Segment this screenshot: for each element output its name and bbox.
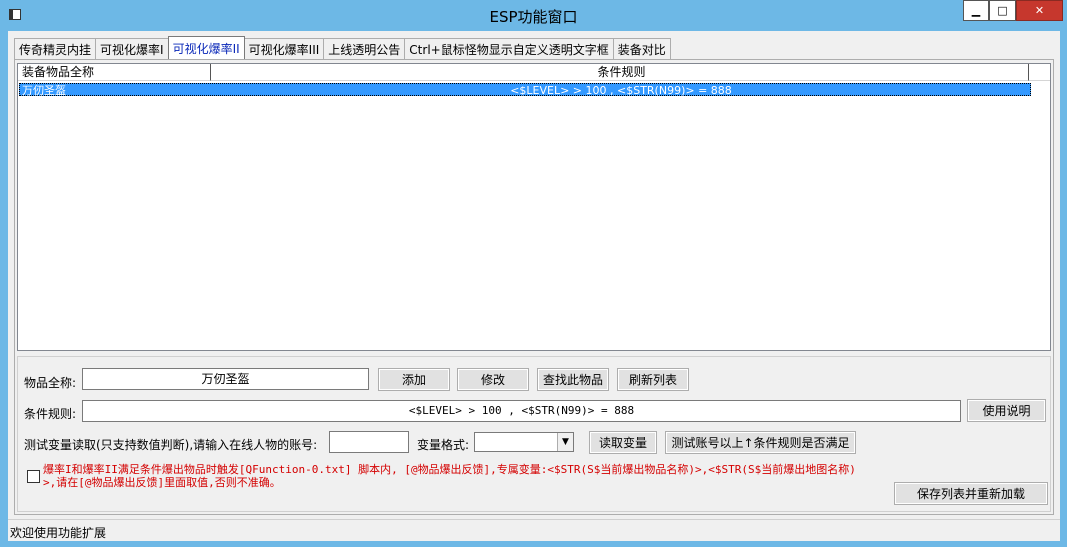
- tab-online-notice[interactable]: 上线透明公告: [323, 38, 406, 59]
- modify-button[interactable]: 修改: [457, 368, 529, 391]
- item-name-label: 物品全称:: [24, 376, 77, 390]
- title-bar[interactable]: ESP功能窗口 ▁ □ ✕: [0, 0, 1067, 30]
- account-input[interactable]: [329, 431, 409, 453]
- refresh-list-button[interactable]: 刷新列表: [617, 368, 689, 391]
- status-bar: 欢迎使用功能扩展: [8, 519, 1060, 541]
- test-var-label: 测试变量读取(只支持数值判断),请输入在线人物的账号:: [24, 438, 318, 452]
- list-row[interactable]: 万仞圣盔 <$LEVEL> > 100 , <$STR(N99)> = 888: [19, 83, 1031, 97]
- edit-group: 物品全称: 万仞圣盔 添加 修改 查找此物品 刷新列表 条件规则: <$LEVE…: [17, 356, 1051, 512]
- tab-panel: 装备物品全称 条件规则 万仞圣盔 <$LEVEL> > 100 , <$STR(…: [14, 59, 1054, 515]
- maximize-button[interactable]: □: [989, 0, 1016, 21]
- tab-visual-droprate-3[interactable]: 可视化爆率III: [243, 38, 325, 59]
- minimize-button[interactable]: ▁: [963, 0, 989, 21]
- status-text: 欢迎使用功能扩展: [10, 526, 107, 540]
- tab-ctrl-mouse-textbox[interactable]: Ctrl+鼠标怪物显示自定义透明文字框: [404, 38, 614, 59]
- var-format-select[interactable]: ▼: [474, 432, 574, 452]
- client-area: 传奇精灵内挂 可视化爆率I 可视化爆率II 可视化爆率III 上线透明公告 Ct…: [8, 31, 1060, 541]
- var-format-label: 变量格式:: [417, 438, 470, 452]
- esp-window: ESP功能窗口 ▁ □ ✕ 传奇精灵内挂 可视化爆率I 可视化爆率II 可视化爆…: [0, 0, 1067, 547]
- minimize-icon: ▁: [971, 4, 981, 17]
- close-icon: ✕: [1034, 4, 1045, 17]
- column-header-rule[interactable]: 条件规则: [211, 64, 1029, 81]
- list-cell-item-name: 万仞圣盔: [22, 84, 66, 97]
- window-title: ESP功能窗口: [489, 8, 578, 26]
- column-header-blank[interactable]: [1029, 64, 1050, 81]
- item-list[interactable]: 装备物品全称 条件规则 万仞圣盔 <$LEVEL> > 100 , <$STR(…: [17, 63, 1051, 351]
- help-button[interactable]: 使用说明: [967, 399, 1046, 422]
- column-header-item-name[interactable]: 装备物品全称: [18, 64, 211, 81]
- tab-strip: 传奇精灵内挂 可视化爆率I 可视化爆率II 可视化爆率III 上线透明公告 Ct…: [14, 36, 671, 59]
- rule-input[interactable]: <$LEVEL> > 100 , <$STR(N99)> = 888: [82, 400, 961, 422]
- find-item-button[interactable]: 查找此物品: [537, 368, 609, 391]
- tab-legend-plugin[interactable]: 传奇精灵内挂: [14, 38, 97, 59]
- note-line-1: 爆率I和爆率II满足条件爆出物品时触发[QFunction-0.txt] 脚本内…: [43, 463, 856, 476]
- list-cell-rule: <$LEVEL> > 100 , <$STR(N99)> = 888: [510, 84, 732, 97]
- item-name-input[interactable]: 万仞圣盔: [82, 368, 369, 390]
- tab-visual-droprate-1[interactable]: 可视化爆率I: [95, 38, 169, 59]
- close-button[interactable]: ✕: [1016, 0, 1063, 21]
- tab-equipment-compare[interactable]: 装备对比: [612, 38, 671, 59]
- test-account-button[interactable]: 测试账号以上↑条件规则是否满足: [665, 431, 856, 454]
- add-button[interactable]: 添加: [378, 368, 450, 391]
- dropdown-arrow-icon[interactable]: ▼: [557, 433, 573, 451]
- save-reload-button[interactable]: 保存列表并重新加载: [894, 482, 1048, 505]
- enable-checkbox[interactable]: [27, 470, 40, 483]
- read-var-button[interactable]: 读取变量: [589, 431, 657, 454]
- rule-label: 条件规则:: [24, 407, 77, 421]
- list-header: 装备物品全称 条件规则: [18, 64, 1050, 81]
- tab-visual-droprate-2[interactable]: 可视化爆率II: [167, 36, 245, 59]
- note-line-2: >,请在[@物品爆出反馈]里面取值,否则不准确。: [43, 476, 281, 489]
- maximize-icon: □: [997, 4, 1008, 17]
